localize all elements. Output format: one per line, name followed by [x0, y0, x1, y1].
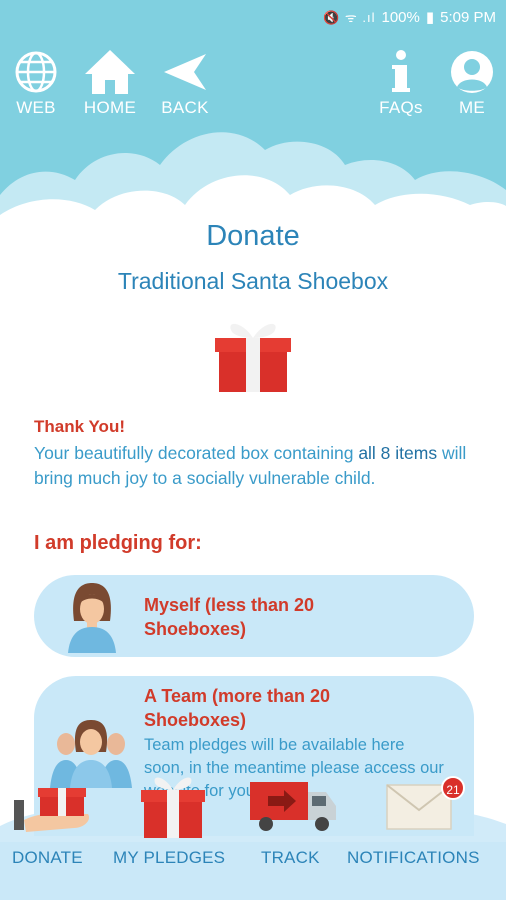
page-title: Donate — [206, 220, 300, 252]
option-myself-title: Myself (less than 20 Shoeboxes) — [144, 595, 315, 639]
battery-level: 100% — [381, 8, 420, 26]
home-icon — [78, 48, 142, 96]
donate-hand-gift-icon[interactable] — [14, 780, 94, 840]
thanks-heading: Thank You! — [34, 417, 125, 436]
thanks-body-start: Your beautifully decorated box containin… — [34, 443, 359, 463]
globe-icon — [10, 48, 62, 96]
nav-web-label: WEB — [16, 98, 56, 117]
tab-donate[interactable]: DONATE — [12, 848, 83, 868]
nav-faqs-label: FAQs — [379, 98, 423, 117]
woman-avatar-icon — [68, 583, 116, 653]
pledge-heading: I am pledging for: — [34, 532, 202, 554]
nav-back-label: BACK — [161, 98, 209, 117]
delivery-truck-icon[interactable] — [246, 780, 338, 832]
nav-back[interactable]: BACK — [156, 48, 214, 118]
user-icon — [446, 48, 498, 96]
pledges-gift-icon[interactable] — [140, 772, 206, 840]
tab-my-pledges[interactable]: MY PLEDGES — [113, 848, 225, 868]
nav-web[interactable]: WEB — [10, 48, 62, 118]
team-avatar-icon — [50, 720, 132, 788]
info-icon — [374, 48, 428, 96]
tab-track[interactable]: TRACK — [261, 848, 320, 868]
battery-icon: ▮ — [425, 9, 435, 26]
back-arrow-icon — [156, 48, 214, 96]
clock: 5:09 PM — [440, 8, 496, 26]
nav-me-label: ME — [458, 98, 486, 117]
status-icons: 🔇 ᯤ .ıl — [323, 10, 376, 25]
nav-home-label: HOME — [83, 98, 137, 117]
status-bar: 🔇 ᯤ .ıl 100% ▮ 5:09 PM — [0, 0, 506, 34]
nav-me[interactable]: ME — [446, 48, 498, 118]
notification-count-badge: 21 — [441, 776, 465, 800]
nav-faqs[interactable]: FAQs — [374, 48, 428, 118]
page-subtitle: Traditional Santa Shoebox — [117, 268, 389, 294]
thanks-message: Your beautifully decorated box containin… — [34, 441, 474, 491]
pledge-option-myself[interactable]: Myself (less than 20 Shoeboxes) — [34, 575, 474, 657]
option-team-title: A Team (more than 20 Shoeboxes) — [144, 686, 331, 730]
tab-notifications[interactable]: NOTIFICATIONS — [347, 848, 480, 868]
nav-home[interactable]: HOME — [78, 48, 142, 118]
gift-box-icon — [215, 323, 291, 392]
thanks-body-highlight: all 8 items — [358, 443, 438, 463]
